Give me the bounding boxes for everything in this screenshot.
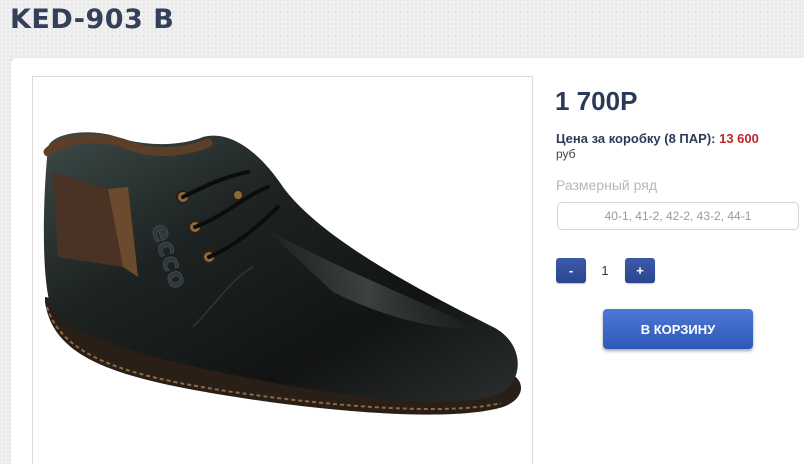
quantity-increase-button[interactable]: + (625, 258, 655, 283)
product-title: KED-903 B (10, 4, 175, 35)
product-image[interactable]: ecco (32, 76, 533, 464)
product-price: 1 700Р (555, 86, 638, 116)
size-range-label: Размерный ряд (556, 177, 658, 193)
add-to-cart-button[interactable]: В КОРЗИНУ (603, 309, 753, 349)
shoe-image: ecco (43, 132, 522, 415)
quantity-input[interactable]: 1 (589, 258, 621, 283)
box-price-label: Цена за коробку (8 ПАР): (556, 131, 716, 146)
size-range-select[interactable]: 40-1, 41-2, 42-2, 43-2, 44-1 (557, 202, 799, 230)
box-price: Цена за коробку (8 ПАР): 13 600 (556, 131, 759, 146)
box-price-value: 13 600 (719, 131, 759, 146)
currency-label: руб (556, 147, 576, 161)
quantity-decrease-button[interactable]: - (556, 258, 586, 283)
product-card: ecco 1 700Р Цена за коробку (8 ПАР): 13 … (11, 58, 804, 464)
size-range-value: 40-1, 41-2, 42-2, 43-2, 44-1 (604, 209, 752, 223)
